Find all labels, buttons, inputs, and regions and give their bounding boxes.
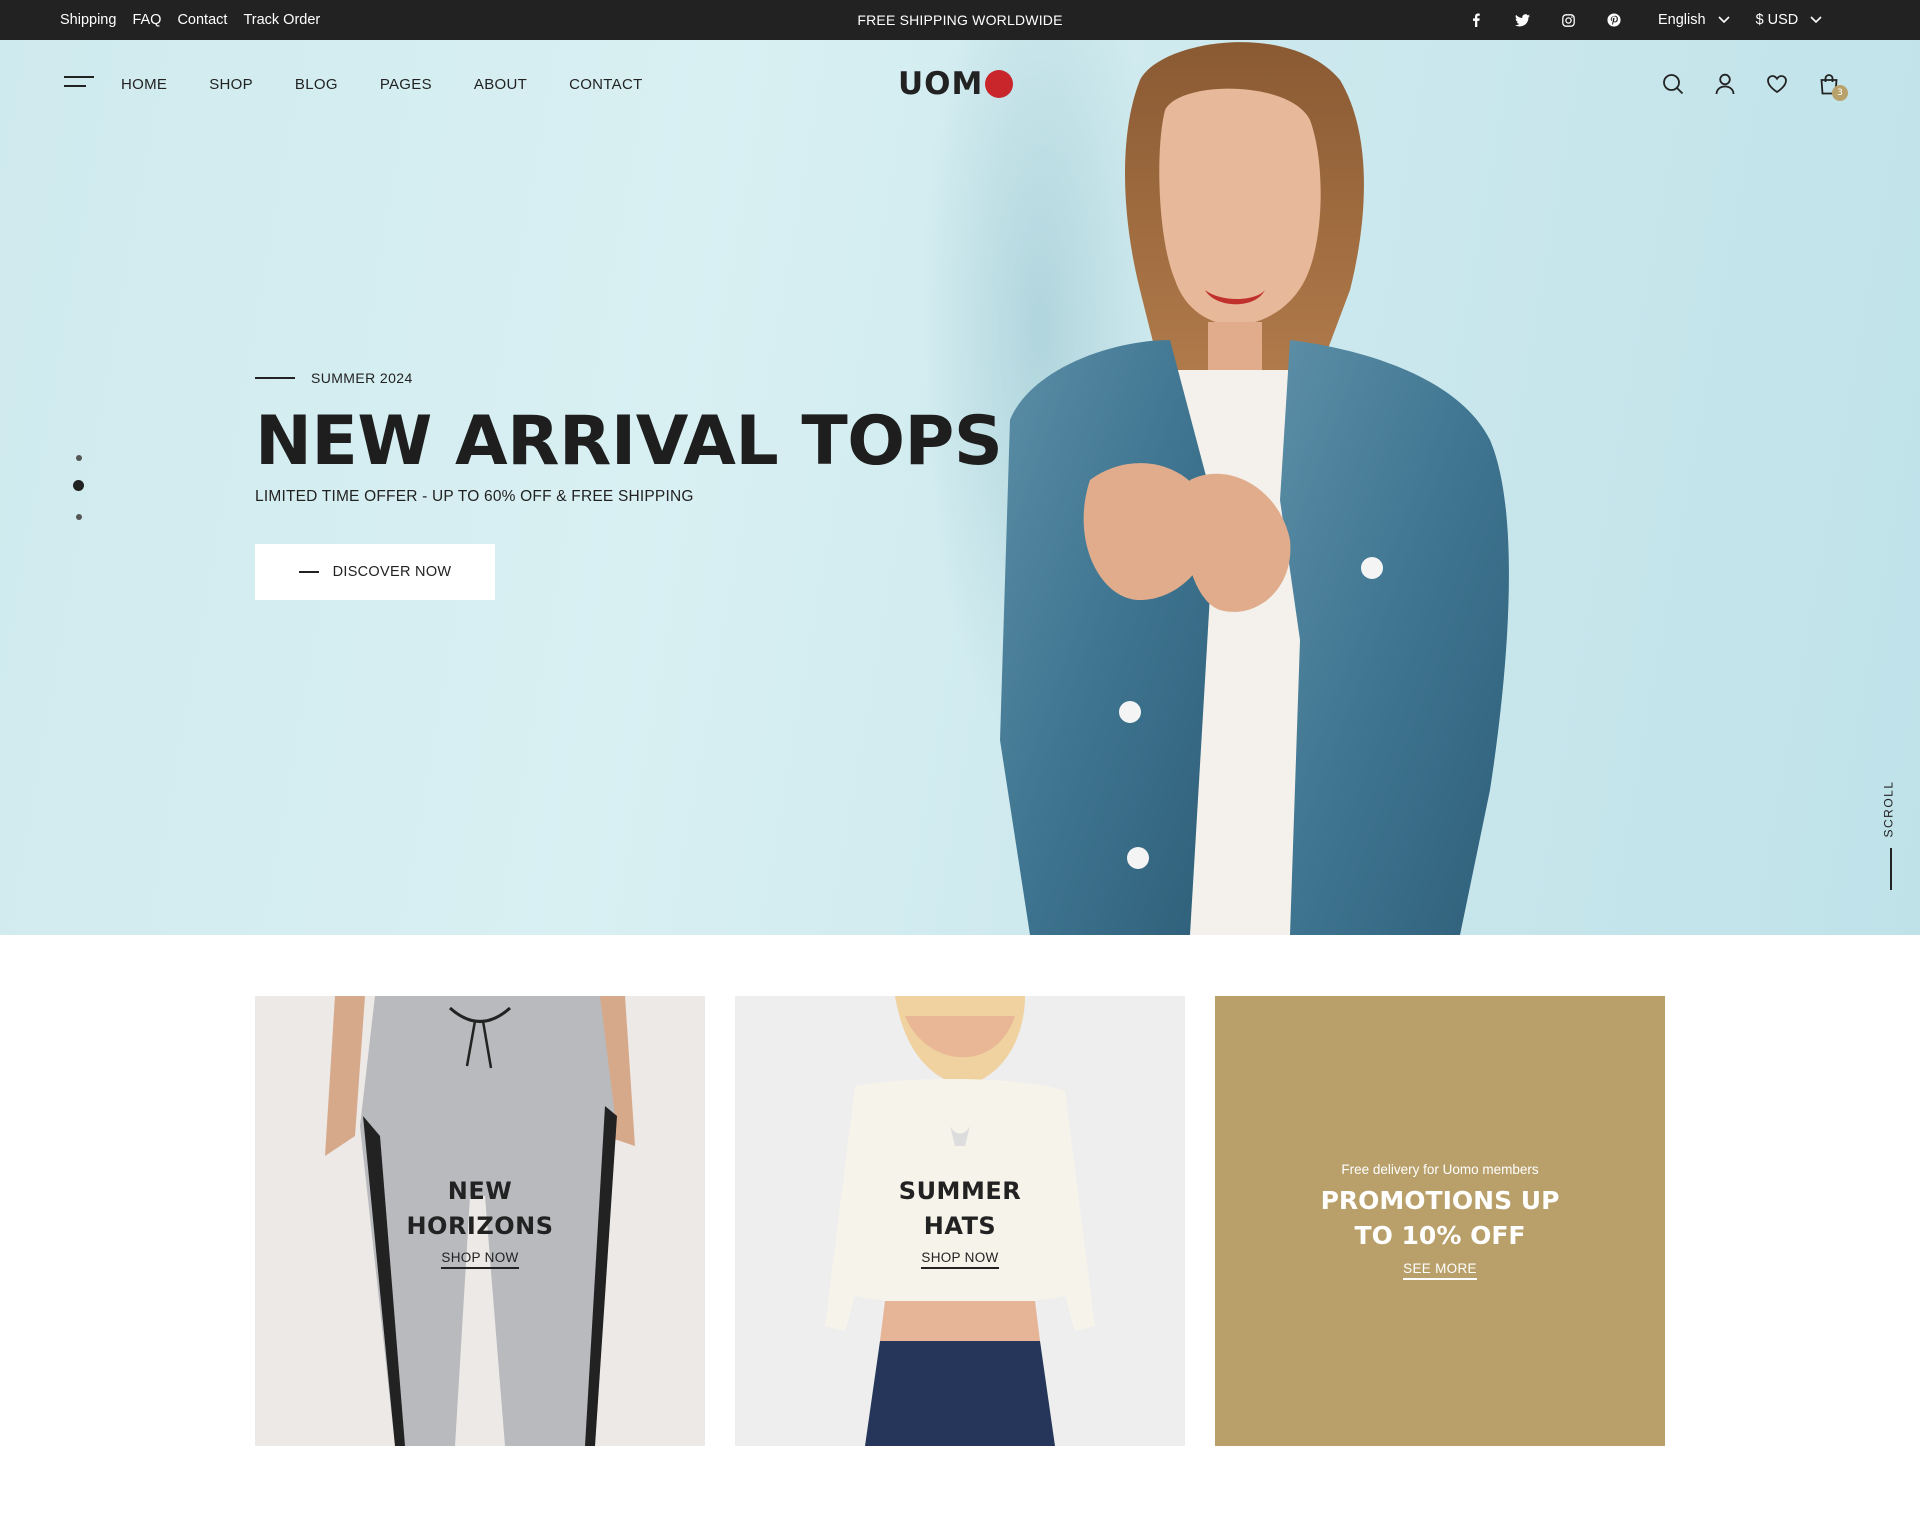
promo-text: FREE SHIPPING WORLDWIDE xyxy=(857,12,1063,28)
heart-icon[interactable] xyxy=(1766,73,1788,95)
tile-title-line1: SUMMER xyxy=(898,1177,1022,1205)
chevron-down-icon xyxy=(1810,16,1822,24)
header-icons: 3 xyxy=(1662,40,1848,128)
tile-title-line2: HATS xyxy=(923,1212,997,1240)
currency-value: $ USD xyxy=(1755,12,1799,28)
language-value: English xyxy=(1658,12,1706,28)
bag-icon[interactable]: 3 xyxy=(1818,73,1848,101)
promo-caption: Free delivery for Uomo members PROMOTION… xyxy=(1215,1162,1665,1280)
currency-select[interactable]: $ USD xyxy=(1756,12,1823,28)
hero-eyebrow-text: SUMMER 2024 xyxy=(311,370,413,386)
hero-eyebrow: SUMMER 2024 xyxy=(255,370,1002,386)
tile-title-line1: NEW xyxy=(447,1177,513,1205)
search-icon[interactable] xyxy=(1662,73,1684,95)
slide-dot-2-active[interactable] xyxy=(73,480,84,491)
hero-model-image xyxy=(1000,42,1509,935)
nav-shop[interactable]: SHOP xyxy=(209,76,253,93)
tile-summer-hats[interactable]: SUMMER HATS SHOP NOW xyxy=(735,996,1185,1446)
tile-new-horizons[interactable]: NEW HORIZONS SHOP NOW xyxy=(255,996,705,1446)
top-bar: Shipping FAQ Contact Track Order FREE SH… xyxy=(0,0,1920,40)
hamburger-menu-icon[interactable] xyxy=(64,76,94,90)
discover-now-button[interactable]: DISCOVER NOW xyxy=(255,544,495,600)
tile-title-line2: HORIZONS xyxy=(406,1212,554,1240)
tile-caption: NEW HORIZONS SHOP NOW xyxy=(255,1174,705,1269)
cart-count-badge: 3 xyxy=(1832,85,1848,101)
promo-title-line1: PROMOTIONS UP xyxy=(1320,1186,1560,1215)
hero-copy: SUMMER 2024 NEW ARRIVAL TOPS LIMITED TIM… xyxy=(255,370,1003,600)
site-logo[interactable]: UOM xyxy=(898,66,1014,102)
instagram-icon[interactable] xyxy=(1560,12,1576,28)
tile-caption: SUMMER HATS SHOP NOW xyxy=(735,1174,1185,1269)
language-select[interactable]: English xyxy=(1658,12,1730,28)
logo-text: UOM xyxy=(898,66,984,102)
hero-subtitle: LIMITED TIME OFFER - UP TO 60% OFF & FRE… xyxy=(255,488,694,505)
scroll-label: SCROLL xyxy=(1881,780,1896,838)
scroll-indicator[interactable]: SCROLL xyxy=(1872,780,1902,890)
tile-promotions[interactable]: Free delivery for Uomo members PROMOTION… xyxy=(1215,996,1665,1446)
social-links xyxy=(1468,0,1622,40)
cta-line xyxy=(298,571,319,573)
logo-dot xyxy=(985,70,1014,98)
nav-pages[interactable]: PAGES xyxy=(380,76,432,93)
top-link-faq[interactable]: FAQ xyxy=(132,12,161,28)
primary-menu: HOME SHOP BLOG PAGES ABOUT CONTACT xyxy=(121,40,643,128)
nav-contact[interactable]: CONTACT xyxy=(569,76,642,93)
shop-now-link[interactable]: SHOP NOW xyxy=(441,1250,519,1269)
cta-label: DISCOVER NOW xyxy=(332,564,452,580)
chevron-down-icon xyxy=(1717,16,1730,24)
top-links: Shipping FAQ Contact Track Order xyxy=(60,0,320,40)
pinterest-icon[interactable] xyxy=(1606,12,1622,28)
hero-title: NEW ARRIVAL TOPS xyxy=(255,402,1003,481)
scroll-bar xyxy=(1890,848,1892,890)
twitter-icon[interactable] xyxy=(1514,12,1530,28)
category-tiles: NEW HORIZONS SHOP NOW SUMMER HATS SHOP N… xyxy=(255,996,1665,1446)
see-more-link[interactable]: SEE MORE xyxy=(1403,1261,1477,1280)
top-selects: English $ USD xyxy=(1658,0,1822,40)
nav-about[interactable]: ABOUT xyxy=(474,76,527,93)
slide-dot-1[interactable] xyxy=(76,455,82,461)
promo-title-line2: TO 10% OFF xyxy=(1354,1221,1526,1250)
nav-home[interactable]: HOME xyxy=(121,76,167,93)
promo-small-text: Free delivery for Uomo members xyxy=(1341,1162,1539,1177)
slide-dot-3[interactable] xyxy=(76,514,82,520)
eyebrow-line xyxy=(255,377,295,379)
user-icon[interactable] xyxy=(1714,73,1736,95)
shop-now-link[interactable]: SHOP NOW xyxy=(921,1250,999,1269)
facebook-icon[interactable] xyxy=(1468,12,1484,28)
top-link-shipping[interactable]: Shipping xyxy=(60,12,116,28)
top-link-track-order[interactable]: Track Order xyxy=(243,12,320,28)
main-nav: HOME SHOP BLOG PAGES ABOUT CONTACT UOM 3 xyxy=(0,40,1920,128)
nav-blog[interactable]: BLOG xyxy=(295,76,338,93)
top-link-contact[interactable]: Contact xyxy=(177,12,227,28)
